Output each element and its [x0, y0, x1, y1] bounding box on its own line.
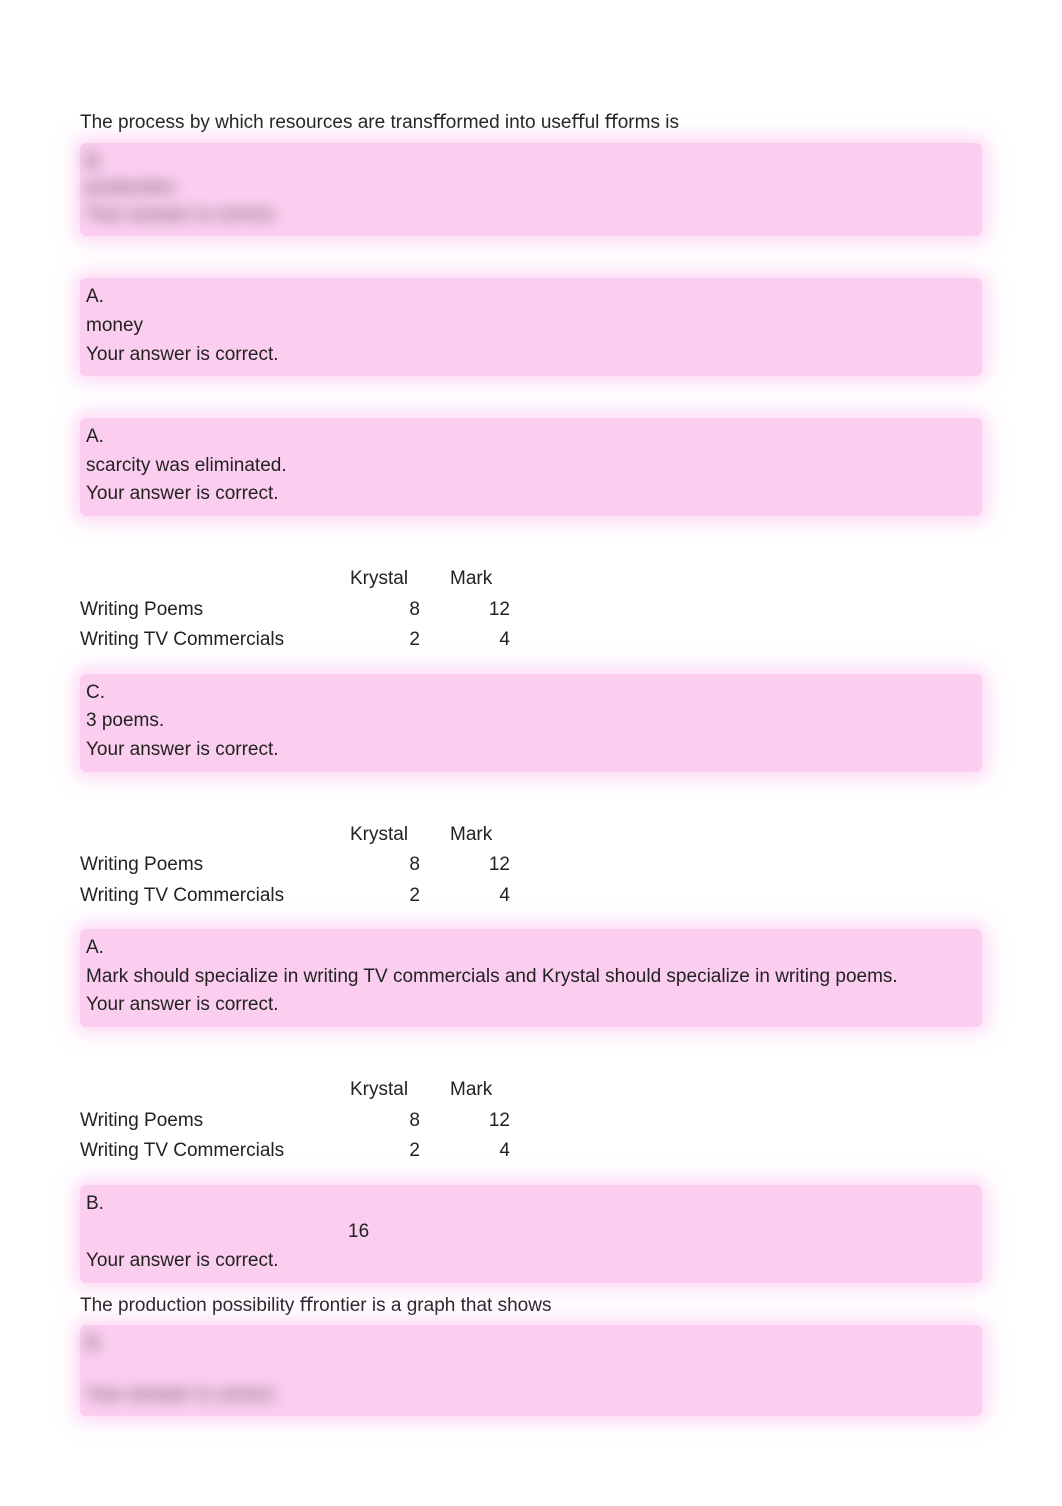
- col-header: Krystal: [350, 1075, 450, 1106]
- answer-block: B. Your answer is correct.: [80, 1325, 982, 1416]
- table-row: Writing Poems 8 12: [80, 595, 520, 626]
- question-3: A. scarcity was eliminated. Your answer …: [80, 418, 982, 516]
- table-row: Writing TV Commercials 2 4: [80, 1136, 520, 1167]
- answer-feedback-blurred: Your answer is correct.: [84, 202, 978, 229]
- answer-text: 3 poems.: [84, 708, 978, 735]
- answer-feedback: Your answer is correct.: [84, 737, 978, 764]
- answer-letter: B.: [84, 1191, 978, 1218]
- answer-block: C. 3 poems. Your answer is correct.: [80, 674, 982, 772]
- answer-text: money: [84, 313, 978, 340]
- cell-value: 8: [350, 1106, 450, 1137]
- table-row: Krystal Mark: [80, 1075, 520, 1106]
- cell-value: 4: [450, 1136, 520, 1167]
- answer-text-blurred: [84, 1358, 978, 1382]
- question-4: Krystal Mark Writing Poems 8 12 Writing …: [80, 564, 982, 772]
- answer-feedback: Your answer is correct.: [84, 481, 978, 508]
- table-row: Writing Poems 8 12: [80, 1106, 520, 1137]
- data-table: Krystal Mark Writing Poems 8 12 Writing …: [80, 1075, 520, 1167]
- row-label: Writing Poems: [80, 850, 350, 881]
- table-row: Writing Poems 8 12: [80, 850, 520, 881]
- cell-value: 2: [350, 1136, 450, 1167]
- row-label: Writing Poems: [80, 595, 350, 626]
- col-header: Krystal: [350, 564, 450, 595]
- question-7: The production possibility ﬀrontier is a…: [80, 1293, 982, 1417]
- answer-block: A. Mark should specialize in writing TV …: [80, 929, 982, 1027]
- answer-feedback: Your answer is correct.: [84, 342, 978, 369]
- col-header: Mark: [450, 820, 520, 851]
- data-table: Krystal Mark Writing Poems 8 12 Writing …: [80, 564, 520, 656]
- answer-letter: A.: [84, 424, 978, 451]
- cell-value: 4: [450, 881, 520, 912]
- answer-block: B. 16 Your answer is correct.: [80, 1185, 982, 1283]
- answer-value: 16: [84, 1219, 978, 1246]
- answer-text: scarcity was eliminated.: [84, 453, 978, 480]
- answer-letter: C.: [84, 680, 978, 707]
- table-row: Writing TV Commercials 2 4: [80, 881, 520, 912]
- question-1: The process by which resources are trans…: [80, 110, 982, 236]
- col-header: Mark: [450, 564, 520, 595]
- question-5: Krystal Mark Writing Poems 8 12 Writing …: [80, 820, 982, 1028]
- answer-letter-blurred: B.: [84, 149, 978, 176]
- cell-value: 12: [450, 850, 520, 881]
- numeric-answer: 16: [348, 1221, 369, 1242]
- answer-letter: A.: [84, 284, 978, 311]
- row-label: Writing TV Commercials: [80, 625, 350, 656]
- table-row: Writing TV Commercials 2 4: [80, 625, 520, 656]
- table-row: Krystal Mark: [80, 564, 520, 595]
- col-header: Krystal: [350, 820, 450, 851]
- answer-letter: A.: [84, 935, 978, 962]
- cell-value: 8: [350, 850, 450, 881]
- data-table: Krystal Mark Writing Poems 8 12 Writing …: [80, 820, 520, 912]
- row-label: Writing Poems: [80, 1106, 350, 1137]
- cell-value: 2: [350, 881, 450, 912]
- answer-feedback: Your answer is correct.: [84, 992, 978, 1019]
- question-text: The production possibility ﬀrontier is a…: [80, 1293, 982, 1320]
- cell-value: 12: [450, 1106, 520, 1137]
- answer-letter-blurred: B.: [84, 1331, 978, 1358]
- row-label: Writing TV Commercials: [80, 1136, 350, 1167]
- answer-block: A. money Your answer is correct.: [80, 278, 982, 376]
- answer-text: Mark should specialize in writing TV com…: [84, 964, 978, 991]
- col-header: Mark: [450, 1075, 520, 1106]
- answer-block: A. scarcity was eliminated. Your answer …: [80, 418, 982, 516]
- question-text: The process by which resources are trans…: [80, 110, 982, 137]
- cell-value: 2: [350, 625, 450, 656]
- cell-value: 8: [350, 595, 450, 626]
- answer-feedback: Your answer is correct.: [84, 1248, 978, 1275]
- cell-value: 12: [450, 595, 520, 626]
- question-6: Krystal Mark Writing Poems 8 12 Writing …: [80, 1075, 982, 1283]
- row-label: Writing TV Commercials: [80, 881, 350, 912]
- answer-text-blurred: production.: [84, 175, 978, 202]
- question-2: A. money Your answer is correct.: [80, 278, 982, 376]
- answer-block: B. production. Your answer is correct.: [80, 143, 982, 237]
- table-row: Krystal Mark: [80, 820, 520, 851]
- cell-value: 4: [450, 625, 520, 656]
- answer-feedback-blurred: Your answer is correct.: [84, 1382, 978, 1409]
